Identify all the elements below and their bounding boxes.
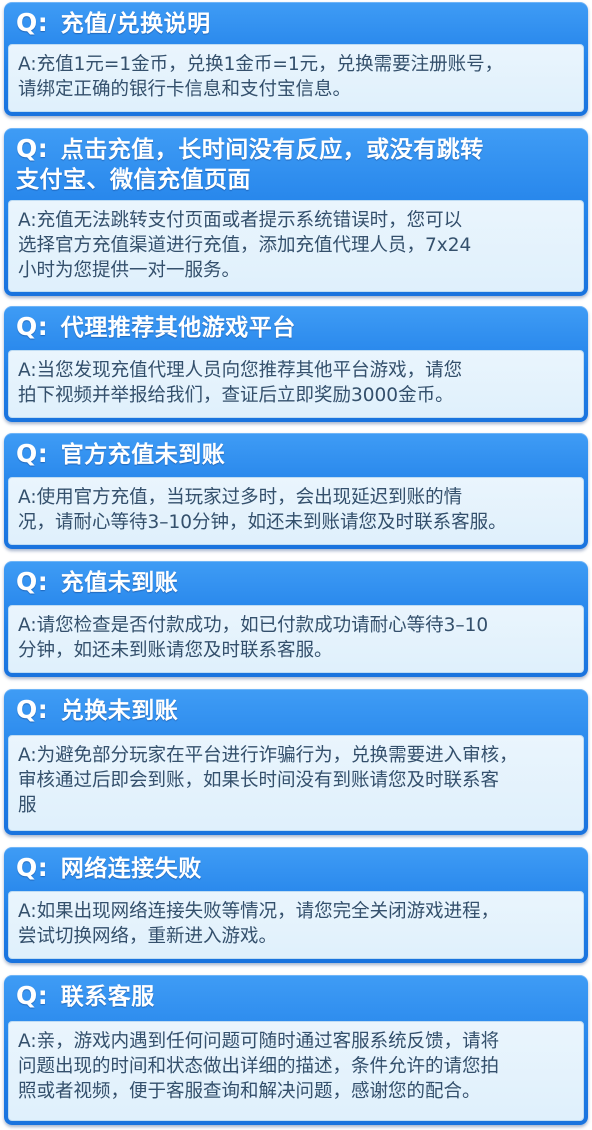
faq-question: Q: 点击充值，长时间没有反应，或没有跳转 支付宝、微信充值页面 bbox=[16, 134, 576, 195]
faq-card[interactable]: Q: 点击充值，长时间没有反应，或没有跳转 支付宝、微信充值页面 A:充值无法跳… bbox=[4, 128, 588, 296]
faq-answer: A:使用官方充值，当玩家过多时，会出现延迟到账的情 况，请耐心等待3–10分钟，… bbox=[8, 477, 584, 545]
faq-question: Q: 官方充值未到账 bbox=[16, 439, 576, 470]
question-marker: Q: bbox=[16, 981, 49, 1010]
question-text: 兑换未到账 bbox=[60, 698, 179, 724]
faq-card[interactable]: Q: 官方充值未到账 A:使用官方充值，当玩家过多时，会出现延迟到账的情 况，请… bbox=[4, 433, 588, 549]
faq-question: Q: 网络连接失败 bbox=[16, 853, 576, 884]
answer-text-line: A:请您检查是否付款成功，如已付款成功请耐心等待3–10 bbox=[18, 615, 489, 636]
question-marker: Q: bbox=[16, 853, 49, 882]
answer-text-line: 问题出现的时间和状态做出详细的描述，条件允许的请您拍 bbox=[18, 1056, 500, 1077]
faq-card[interactable]: Q: 代理推荐其他游戏平台 A:当您发现充值代理人员向您推荐其他平台游戏，请您 … bbox=[4, 306, 588, 422]
answer-text-line: 选择官方充值渠道进行充值，添加充值代理人员，7x24 bbox=[18, 235, 472, 256]
answer-text-line: 照或者视频，便于客服查询和解决问题，感谢您的配合。 bbox=[18, 1081, 481, 1102]
answer-text-line: A:为避免部分玩家在平台进行诈骗行为，兑换需要进入审核， bbox=[18, 745, 518, 766]
faq-question: Q: 兑换未到账 bbox=[16, 695, 576, 726]
answer-text-line: A:使用官方充值，当玩家过多时，会出现延迟到账的情 bbox=[18, 487, 463, 508]
faq-card[interactable]: Q: 兑换未到账 A:为避免部分玩家在平台进行诈骗行为，兑换需要进入审核， 审核… bbox=[4, 689, 588, 835]
answer-text-line: 请绑定正确的银行卡信息和支付宝信息。 bbox=[18, 79, 352, 100]
question-text: 官方充值未到账 bbox=[60, 442, 226, 468]
answer-text-line: A:如果出现网络连接失败等情况，请您完全关闭游戏进程， bbox=[18, 901, 500, 922]
faq-card[interactable]: Q: 联系客服 A:亲，游戏内遇到任何问题可随时通过客服系统反馈，请将 问题出现… bbox=[4, 975, 588, 1125]
faq-answer: A:为避免部分玩家在平台进行诈骗行为，兑换需要进入审核， 审核通过后即会到账，如… bbox=[8, 735, 584, 831]
faq-answer: A:充值无法跳转支付页面或者提示系统错误时，您可以 选择官方充值渠道进行充值，添… bbox=[8, 200, 584, 292]
question-text: 充值未到账 bbox=[60, 570, 179, 596]
question-marker: Q: bbox=[16, 312, 49, 341]
question-marker: Q: bbox=[16, 439, 49, 468]
faq-card[interactable]: Q: 充值未到账 A:请您检查是否付款成功，如已付款成功请耐心等待3–10 分钟… bbox=[4, 561, 588, 677]
question-marker: Q: bbox=[16, 567, 49, 596]
answer-text-line: A:充值1元=1金币，兑换1金币=1元，兑换需要注册账号， bbox=[18, 54, 504, 75]
answer-text-line: 况，请耐心等待3–10分钟，如还未到账请您及时联系客服。 bbox=[18, 512, 507, 533]
answer-text-line: A:充值无法跳转支付页面或者提示系统错误时，您可以 bbox=[18, 210, 463, 231]
answer-text-line: A:亲，游戏内遇到任何问题可随时通过客服系统反馈，请将 bbox=[18, 1031, 500, 1052]
question-marker: Q: bbox=[16, 134, 49, 163]
faq-question: Q: 充值/兑换说明 bbox=[16, 8, 576, 39]
question-text: 联系客服 bbox=[60, 984, 155, 1010]
answer-text-line: 服 bbox=[18, 795, 37, 816]
faq-question: Q: 充值未到账 bbox=[16, 567, 576, 598]
answer-text-line: 分钟，如还未到账请您及时联系客服。 bbox=[18, 640, 333, 661]
question-text: 网络连接失败 bbox=[60, 856, 202, 882]
faq-answer: A:亲，游戏内遇到任何问题可随时通过客服系统反馈，请将 问题出现的时间和状态做出… bbox=[8, 1021, 584, 1121]
answer-text-line: A:当您发现充值代理人员向您推荐其他平台游戏，请您 bbox=[18, 360, 463, 381]
question-marker: Q: bbox=[16, 8, 49, 37]
question-text: 充值/兑换说明 bbox=[60, 11, 211, 37]
faq-question: Q: 联系客服 bbox=[16, 981, 576, 1012]
faq-answer: A:请您检查是否付款成功，如已付款成功请耐心等待3–10 分钟，如还未到账请您及… bbox=[8, 605, 584, 673]
faq-answer: A:如果出现网络连接失败等情况，请您完全关闭游戏进程， 尝试切换网络，重新进入游… bbox=[8, 891, 584, 959]
faq-list: Q: 充值/兑换说明 A:充值1元=1金币，兑换1金币=1元，兑换需要注册账号，… bbox=[0, 0, 592, 1130]
faq-question: Q: 代理推荐其他游戏平台 bbox=[16, 312, 576, 343]
faq-answer: A:当您发现充值代理人员向您推荐其他平台游戏，请您 拍下视频并举报给我们，查证后… bbox=[8, 350, 584, 418]
answer-text-line: 审核通过后即会到账，如果长时间没有到账请您及时联系客 bbox=[18, 770, 500, 791]
question-text: 代理推荐其他游戏平台 bbox=[60, 315, 296, 341]
faq-answer: A:充值1元=1金币，兑换1金币=1元，兑换需要注册账号， 请绑定正确的银行卡信… bbox=[8, 44, 584, 112]
answer-text-line: 尝试切换网络，重新进入游戏。 bbox=[18, 926, 278, 947]
faq-card[interactable]: Q: 充值/兑换说明 A:充值1元=1金币，兑换1金币=1元，兑换需要注册账号，… bbox=[4, 2, 588, 116]
question-text: 点击充值，长时间没有反应，或没有跳转 bbox=[60, 137, 484, 163]
faq-card[interactable]: Q: 网络连接失败 A:如果出现网络连接失败等情况，请您完全关闭游戏进程， 尝试… bbox=[4, 847, 588, 963]
question-text: 支付宝、微信充值页面 bbox=[16, 167, 251, 193]
question-marker: Q: bbox=[16, 695, 49, 724]
answer-text-line: 拍下视频并举报给我们，查证后立即奖励3000金币。 bbox=[18, 385, 454, 406]
answer-text-line: 小时为您提供一对一服务。 bbox=[18, 260, 241, 281]
